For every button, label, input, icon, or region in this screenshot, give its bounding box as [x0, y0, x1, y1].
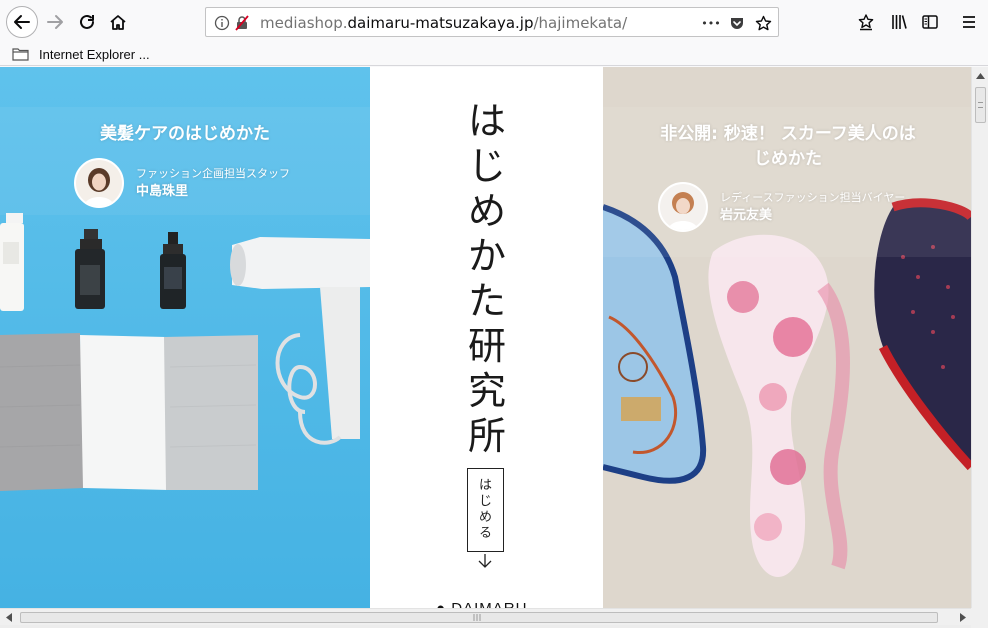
bookmark-label: Internet Explorer ... — [39, 46, 150, 62]
url-text[interactable]: mediashop.daimaru-matsuzakaya.jp/hajimek… — [260, 14, 627, 32]
url-domain: daimaru-matsuzakaya.jp — [347, 14, 534, 32]
scrollbar-corner — [971, 608, 988, 628]
staff-avatar — [658, 182, 708, 232]
info-icon[interactable] — [214, 15, 230, 31]
reload-icon — [80, 14, 94, 29]
browser-toolbar: mediashop.daimaru-matsuzakaya.jp/hajimek… — [0, 0, 988, 42]
hair-care-staff: ファッション企画担当スタッフ 中島珠里 — [74, 158, 290, 208]
brand-logo[interactable]: ● DAIMARU — [436, 600, 527, 608]
title-char: じ — [467, 144, 506, 188]
scarf-title-line1: 非公開: 秒速！ スカーフ美人のは — [660, 124, 916, 144]
hair-care-panel[interactable]: 美髪ケアのはじめかた ファッション企画担当スタッフ 中島珠里 — [0, 67, 370, 608]
start-char: め — [478, 510, 492, 525]
horizontal-scroll-thumb[interactable] — [20, 612, 938, 623]
title-char: は — [467, 99, 506, 143]
url-actions: ••• — [700, 14, 776, 32]
home-button[interactable] — [103, 7, 133, 37]
page-viewport: 美髪ケアのはじめかた ファッション企画担当スタッフ 中島珠里 は じ め か た… — [0, 67, 971, 608]
scroll-left-icon[interactable] — [0, 609, 17, 625]
library-icon[interactable] — [889, 12, 909, 32]
download-icon[interactable] — [856, 12, 876, 32]
insecure-lock-icon[interactable] — [234, 15, 250, 31]
title-char: 所 — [467, 414, 506, 458]
staff-info: レディースファッション担当バイヤー 岩元友美 — [720, 189, 905, 225]
title-char: め — [467, 189, 506, 233]
staff-info: ファッション企画担当スタッフ 中島珠里 — [136, 165, 290, 201]
folder-icon — [12, 48, 29, 61]
scarf-staff: レディースファッション担当バイヤー 岩元友美 — [658, 182, 905, 232]
staff-name: 岩元友美 — [720, 208, 773, 223]
scarf-title-line2: じめかた — [754, 149, 822, 169]
pocket-icon[interactable] — [728, 14, 746, 32]
intro-panel: は じ め か た 研 究 所 は じ め る ● DAIMARU — [370, 67, 603, 608]
more-icon[interactable]: ••• — [700, 14, 722, 32]
sidebar-icon[interactable] — [920, 12, 940, 32]
arrow-down-icon — [478, 554, 492, 568]
start-char: じ — [478, 494, 492, 509]
site-title: は じ め か た 研 究 所 — [464, 99, 510, 459]
star-icon[interactable] — [754, 14, 772, 32]
home-icon — [110, 15, 126, 30]
staff-role: ファッション企画担当スタッフ — [136, 167, 290, 180]
hair-care-title[interactable]: 美髪ケアのはじめかた — [0, 122, 370, 147]
reload-button[interactable] — [72, 7, 102, 37]
start-char: は — [478, 478, 492, 493]
arrow-left-icon — [14, 15, 30, 29]
title-char: た — [467, 279, 506, 323]
vertical-scrollbar[interactable] — [971, 67, 988, 608]
url-bar[interactable]: mediashop.daimaru-matsuzakaya.jp/hajimek… — [205, 7, 779, 37]
url-path: /hajimekata/ — [533, 14, 628, 32]
arrow-right-icon — [47, 15, 63, 29]
url-prefix: mediashop. — [260, 14, 348, 32]
scroll-right-icon[interactable] — [954, 609, 971, 625]
bookmark-internet-explorer[interactable]: Internet Explorer ... — [12, 44, 150, 64]
title-char: 究 — [467, 369, 506, 413]
forward-button[interactable] — [40, 7, 70, 37]
hair-care-photo — [0, 67, 370, 608]
hamburger-icon[interactable] — [959, 12, 979, 32]
start-char: る — [478, 526, 492, 541]
scarf-title[interactable]: 非公開: 秒速！ スカーフ美人のは じめかた — [643, 122, 933, 172]
start-button[interactable]: は じ め る — [467, 468, 504, 552]
scarf-panel[interactable]: 非公開: 秒速！ スカーフ美人のは じめかた レディースファッション担当バイヤー… — [603, 67, 971, 608]
staff-role: レディースファッション担当バイヤー — [720, 191, 906, 204]
back-button[interactable] — [6, 6, 38, 38]
staff-avatar — [74, 158, 124, 208]
vertical-scroll-thumb[interactable] — [975, 87, 986, 123]
horizontal-scrollbar[interactable] — [0, 608, 971, 625]
bookmarks-toolbar: Internet Explorer ... — [0, 42, 988, 66]
brand-name: DAIMARU — [451, 600, 527, 608]
title-char: 研 — [467, 324, 506, 368]
title-char: か — [467, 234, 506, 278]
staff-name: 中島珠里 — [136, 184, 189, 199]
scroll-up-icon[interactable] — [972, 67, 988, 84]
